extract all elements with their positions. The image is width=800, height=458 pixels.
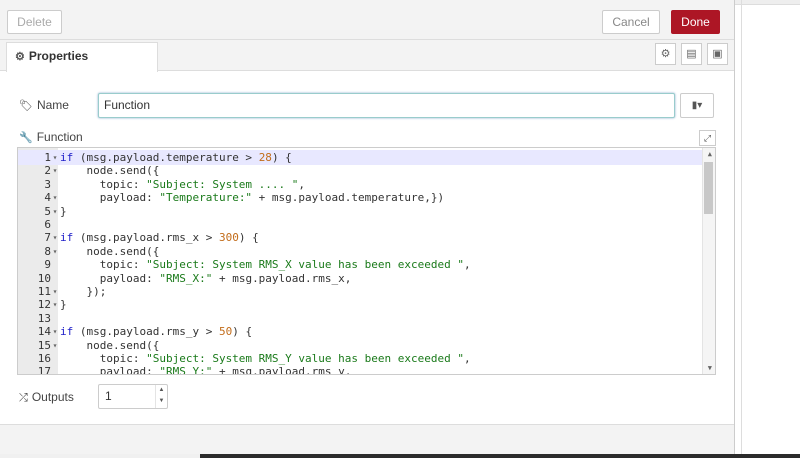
spinner-arrows[interactable]: ▲ ▼ [155, 385, 167, 408]
shuffle-icon: ⤮ [19, 392, 28, 404]
function-label: 🔧 Function [19, 130, 83, 144]
done-button[interactable]: Done [671, 10, 720, 34]
tab-properties[interactable]: ⚙ Properties [6, 42, 158, 72]
tray-toolbar: Delete Cancel Done [0, 0, 734, 40]
name-label: 🏷 Name [19, 98, 69, 112]
outputs-value: 1 [105, 389, 112, 403]
delete-button[interactable]: Delete [7, 10, 62, 34]
edit-tray: Delete Cancel Done ⚙ Properties ⚙ ▤ ▣ 🏷 Na… [0, 0, 734, 458]
outputs-spinner[interactable]: 1 ▲ ▼ [98, 384, 168, 409]
scroll-down-icon[interactable]: ▼ [708, 364, 712, 372]
gear-icon: ⚙ [15, 51, 25, 63]
book-icon: ▮▾ [691, 100, 703, 111]
code-line[interactable]: 17 payload: "RMS_Y:" + msg.payload.rms_y… [18, 364, 704, 375]
settings-gear-icon[interactable]: ⚙ [655, 43, 676, 65]
sidebar-divider [741, 0, 742, 458]
expand-editor-button[interactable]: ⤢ [699, 130, 716, 146]
wrench-icon: 🔧 [19, 132, 33, 144]
scroll-up-icon[interactable]: ▲ [708, 150, 712, 158]
sidebar-header [735, 0, 800, 5]
library-dropdown-button[interactable]: ▮▾ [680, 93, 714, 118]
tab-bar: ⚙ Properties [0, 40, 734, 72]
editor-scrollbar[interactable]: ▲ ▼ [702, 148, 715, 374]
outputs-label: ⤮ Outputs [19, 390, 74, 404]
taskbar-left [0, 454, 200, 458]
code-editor[interactable]: 1 ▾ if (msg.payload.temperature > 28) {2 ▾ … [17, 147, 716, 375]
appearance-icon[interactable]: ▣ [707, 43, 728, 65]
right-sidebar [734, 0, 800, 458]
tab-properties-label: Properties [28, 49, 89, 63]
description-icon[interactable]: ▤ [681, 43, 702, 65]
scrollbar-thumb[interactable] [704, 162, 713, 214]
line-number: 17 [37, 365, 51, 375]
tag-icon: 🏷 [19, 100, 33, 112]
name-input[interactable]: Function [98, 93, 675, 118]
code-text: payload: "RMS_Y:" + msg.payload.rms_y, [60, 365, 352, 375]
cancel-button[interactable]: Cancel [602, 10, 660, 34]
tray-footer [0, 424, 734, 458]
expand-icon: ⤢ [703, 133, 712, 143]
taskbar [0, 454, 800, 458]
